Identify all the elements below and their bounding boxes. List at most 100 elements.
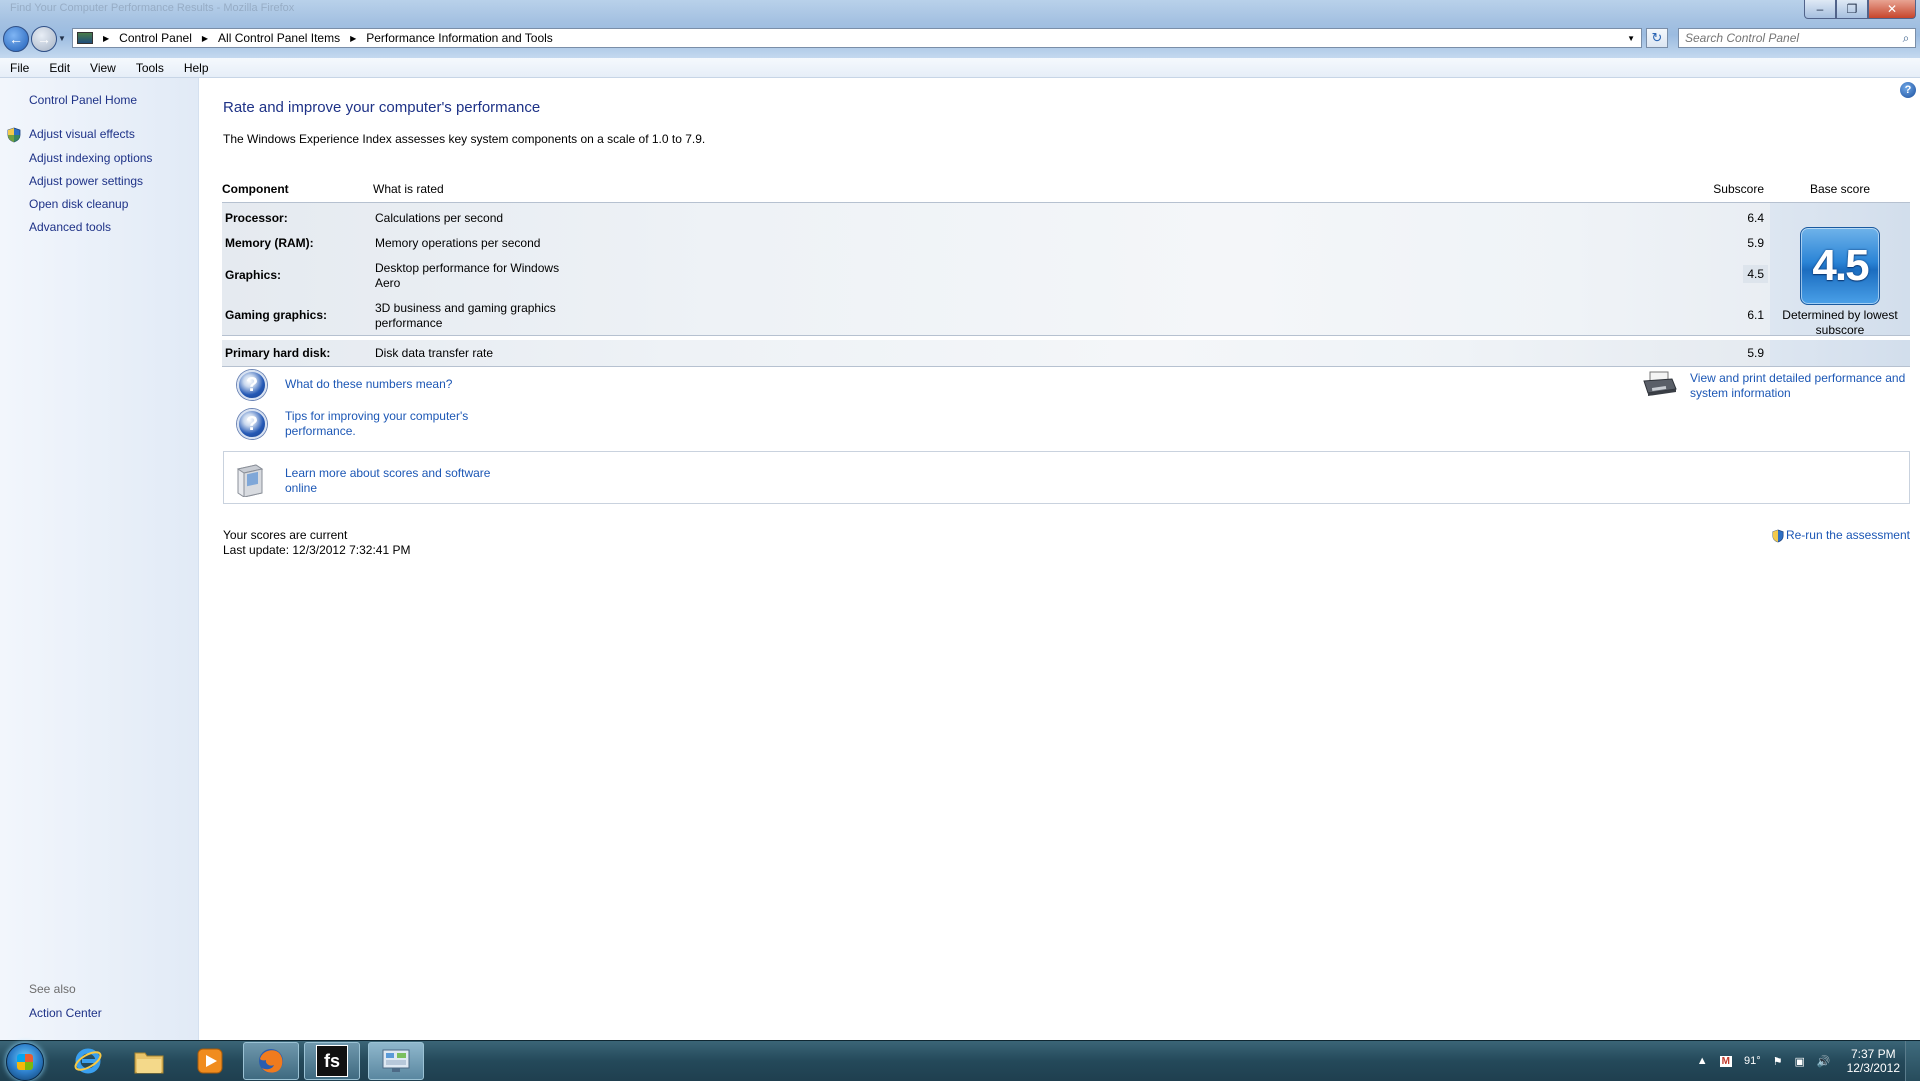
subscore-value: 5.9 [1747,346,1764,360]
base-score-panel: 4.5 Determined by lowest subscore [1770,203,1910,337]
help-icon[interactable]: ? [1900,82,1916,98]
header-base-score: Base score [1809,182,1870,196]
address-dropdown-icon[interactable]: ▼ [1627,34,1635,43]
back-arrow-icon: ← [9,31,23,47]
adjust-power-settings-link[interactable]: Adjust power settings [29,174,143,188]
last-update-text: Last update: 12/3/2012 7:32:41 PM [223,543,411,557]
rerun-assessment[interactable]: Re-run the assessment [1772,528,1910,543]
clock-date: 12/3/2012 [1846,1061,1900,1075]
action-center-link[interactable]: Action Center [29,1006,102,1020]
clock[interactable]: 7:37 PM 12/3/2012 [1847,1047,1900,1075]
minimize-button[interactable]: – [1804,0,1836,19]
weather-temperature[interactable]: 91° [1744,1055,1761,1067]
main-content: ? Rate and improve your computer's perfo… [200,78,1920,1040]
history-dropdown-icon[interactable]: ▼ [58,34,66,43]
printer-icon [1643,371,1677,396]
table-row: Primary hard disk: Disk data transfer ra… [222,340,1770,367]
what-is-rated: 3D business and gaming graphics performa… [375,301,556,330]
maximize-button[interactable]: ❐ [1836,0,1868,19]
menu-view[interactable]: View [80,61,126,75]
gmail-icon[interactable]: M [1719,1055,1732,1067]
close-button[interactable]: ✕ [1868,0,1916,19]
header-component: Component [222,182,289,196]
advanced-tools-link[interactable]: Advanced tools [29,220,111,234]
scores-current-text: Your scores are current [223,528,348,542]
adjust-visual-effects-link[interactable]: Adjust visual effects [29,127,135,141]
adjust-indexing-options-link[interactable]: Adjust indexing options [29,151,152,165]
taskbar-control-panel[interactable] [368,1042,424,1080]
page-title: Rate and improve your computer's perform… [223,99,541,116]
header-what-is-rated: What is rated [373,182,444,196]
menu-tools[interactable]: Tools [126,61,174,75]
task-pane: Control Panel Home Adjust visual effects… [0,78,199,1040]
base-score-caption: Determined by lowest subscore [1782,308,1898,337]
taskbar-firefox[interactable] [243,1042,299,1080]
taskbar-media-player[interactable] [182,1042,238,1080]
search-icon[interactable]: ⌕ [1897,31,1915,46]
view-print-details-link[interactable]: View and print detailed performance and … [1690,371,1910,401]
refresh-button[interactable]: ↻ [1646,28,1668,48]
tips-improving-link[interactable]: Tips for improving your computer's perfo… [285,409,485,439]
breadcrumb-performance[interactable]: Performance Information and Tools [362,31,557,45]
flag-icon[interactable]: ⚑ [1773,1055,1783,1068]
shield-icon [1772,529,1784,542]
taskbar-explorer[interactable] [121,1042,177,1080]
score-status: Your scores are current Last update: 12/… [223,528,410,558]
menu-help[interactable]: Help [174,61,219,75]
question-icon: ? [237,370,267,400]
back-button[interactable]: ← [3,26,29,52]
control-panel-home-link[interactable]: Control Panel Home [29,93,137,107]
shield-icon [7,127,21,143]
media-player-icon [197,1048,223,1074]
forward-arrow-icon: → [37,31,51,47]
software-box-icon [236,464,264,497]
base-score-badge: 4.5 [1800,227,1880,305]
control-panel-icon [77,32,93,44]
component-name: Processor: [225,211,288,225]
network-icon[interactable]: ▣ [1795,1055,1805,1068]
subscore-value: 6.1 [1747,308,1764,322]
learn-more-online-link[interactable]: Learn more about scores and software onl… [285,466,495,496]
menu-edit[interactable]: Edit [39,61,80,75]
taskbar-ie[interactable] [60,1042,116,1080]
control-panel-icon [382,1049,410,1072]
show-desktop-button[interactable] [1905,1041,1920,1081]
taskbar: fs ▲ M 91° ⚑ ▣ 🔊 7:37 PM 12/3/2012 [0,1040,1920,1081]
breadcrumb-separator-icon[interactable]: ▶ [196,34,214,43]
breadcrumb-separator-icon[interactable]: ▶ [344,34,362,43]
header-subscore: Subscore [1713,182,1764,196]
caption-buttons: – ❐ ✕ [1804,0,1916,19]
what-numbers-mean-link[interactable]: What do these numbers mean? [285,377,452,392]
component-name: Graphics: [225,268,282,282]
windows-start-icon[interactable] [6,1043,44,1081]
what-is-rated: Disk data transfer rate [375,346,494,360]
show-hidden-icons[interactable]: ▲ [1697,1055,1708,1067]
search-input[interactable] [1679,30,1897,46]
explorer-folder-icon [134,1052,164,1074]
what-is-rated: Memory operations per second [375,236,541,250]
subscore-value-lowest: 4.5 [1743,265,1768,283]
title-bar: Find Your Computer Performance Results -… [0,0,1920,58]
learn-more-box: Learn more about scores and software onl… [223,451,1910,504]
what-is-rated: Desktop performance for Windows Aero [375,261,560,290]
score-table: Component What is rated Subscore Base sc… [222,174,1910,337]
menu-file[interactable]: File [0,61,39,75]
breadcrumb-separator-icon[interactable]: ▶ [97,34,115,43]
base-score-panel-extension [1770,340,1910,367]
system-tray: ▲ M 91° ⚑ ▣ 🔊 7:37 PM 12/3/2012 [1691,1041,1900,1081]
component-name: Primary hard disk: [225,346,331,360]
rerun-assessment-link[interactable]: Re-run the assessment [1786,528,1910,543]
volume-icon[interactable]: 🔊 [1817,1055,1831,1068]
component-name: Memory (RAM): [225,236,314,250]
intro-text: The Windows Experience Index assesses ke… [223,132,706,146]
taskbar-fs[interactable]: fs [304,1042,360,1080]
table-header: Component What is rated Subscore Base sc… [222,174,1910,203]
forward-button[interactable]: → [31,26,57,52]
address-bar[interactable]: ▶ Control Panel ▶ All Control Panel Item… [72,28,1642,48]
subscore-value: 5.9 [1747,236,1764,250]
search-box[interactable]: ⌕ [1678,28,1916,48]
breadcrumb-control-panel[interactable]: Control Panel [115,31,196,45]
fs-icon: fs [316,1045,348,1077]
open-disk-cleanup-link[interactable]: Open disk cleanup [29,197,128,211]
breadcrumb-all-items[interactable]: All Control Panel Items [214,31,344,45]
